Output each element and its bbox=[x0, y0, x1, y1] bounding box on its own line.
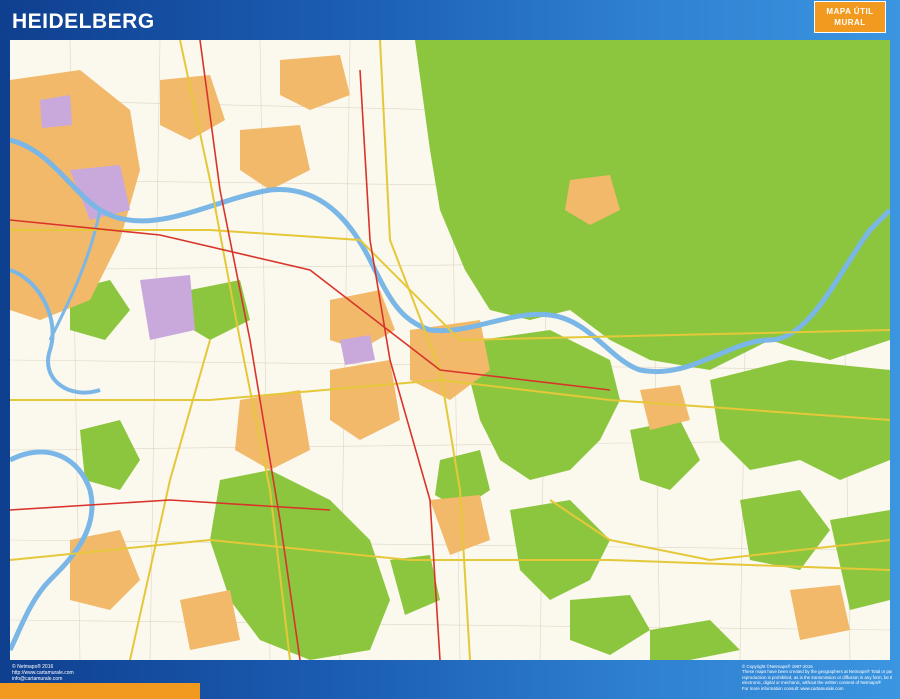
footer-right: © Copyright ©Netmaps® 1997-2016 These ma… bbox=[742, 664, 892, 691]
footer-right-line-4: electronic, digital or mechanic, without… bbox=[742, 680, 882, 686]
map-canvas[interactable] bbox=[10, 40, 890, 660]
footer-left: © Netmaps® 2016 http://www.cartamurale.c… bbox=[12, 664, 74, 682]
footer-left-line-3[interactable]: info@cartamurale.com bbox=[12, 676, 74, 682]
badge-line-1: MAPA ÚTIL bbox=[826, 7, 874, 16]
map-frame: HEIDELBERG MAPA ÚTIL MURAL © Netmaps® 20… bbox=[0, 0, 900, 699]
map-graphic bbox=[10, 40, 890, 660]
mapa-util-badge: MAPA ÚTIL MURAL bbox=[814, 1, 886, 33]
footer-right-line-5: For more information consult: www.cartam… bbox=[742, 685, 844, 691]
map-title: HEIDELBERG bbox=[12, 10, 155, 33]
orange-stripe bbox=[0, 683, 200, 699]
badge-line-2: MURAL bbox=[834, 18, 866, 27]
